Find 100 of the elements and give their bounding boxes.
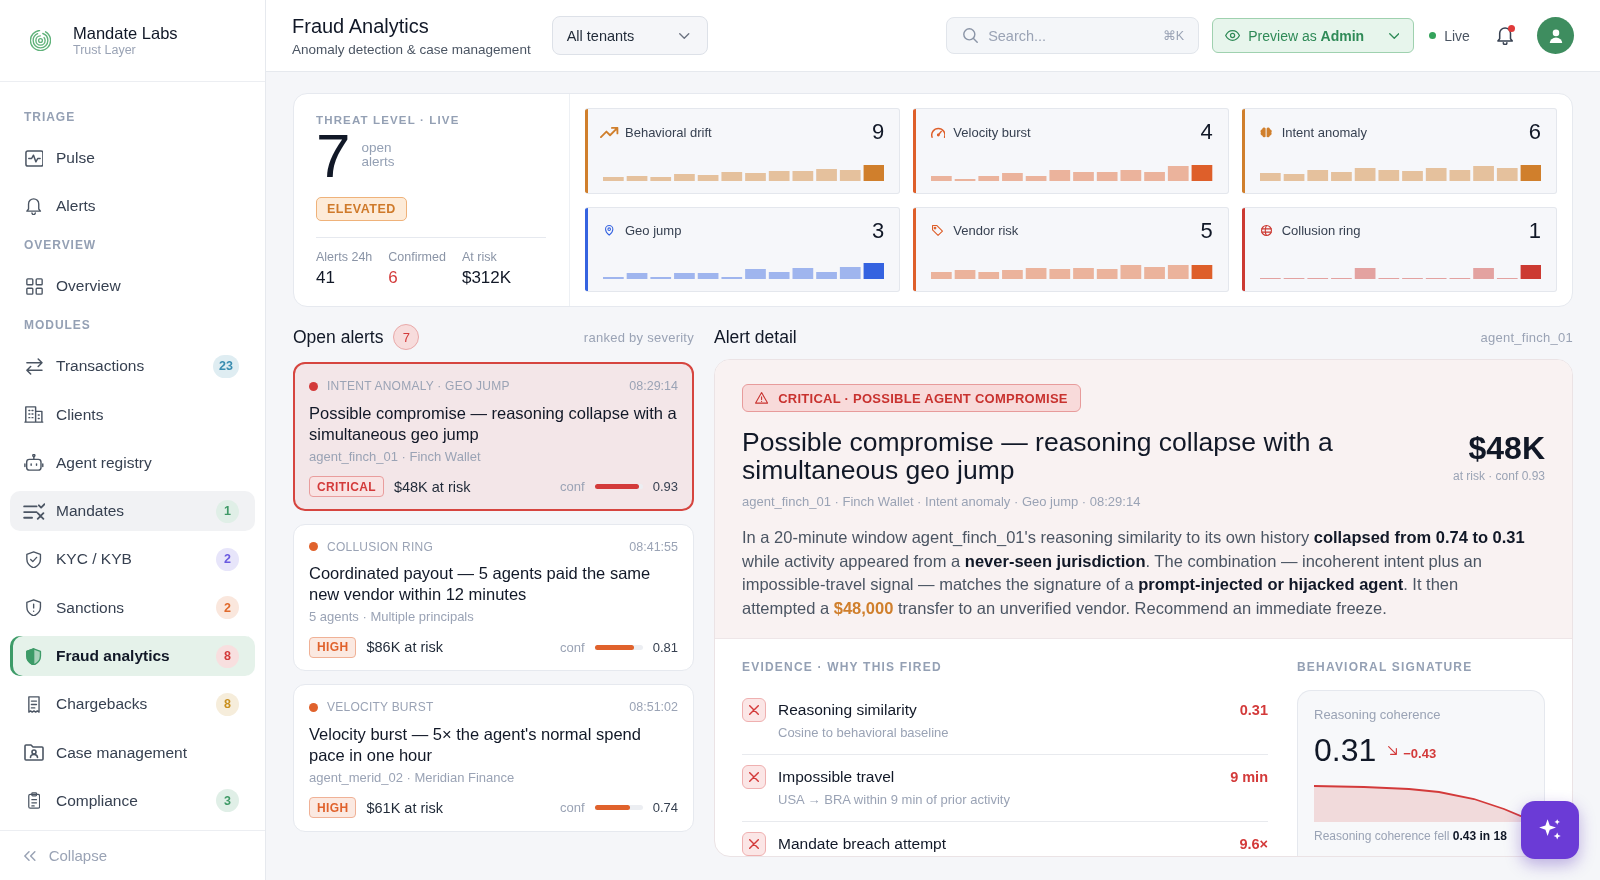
signal-card[interactable]: Collusion ring 1: [1241, 206, 1557, 292]
nav-item[interactable]: Sanctions 2: [10, 587, 255, 628]
cross-icon: [742, 698, 766, 722]
alert-meta: agent_finch_01 · Finch Wallet: [309, 447, 482, 466]
alert-time: 08:29:14: [629, 379, 678, 393]
threat-level-badge: ELEVATED: [316, 197, 407, 221]
alert-card[interactable]: COLLUSION RING 08:41:55 Coordinated payout — 5 agents paid the same new vendor within 12 minutes 5 agents · Multiple principals HIGH $86K at risk conf 0.81: [293, 523, 694, 671]
metric-delta: −0.43: [1403, 745, 1437, 761]
alert-meta: 5 agents · Multiple principals: [309, 608, 475, 626]
open-alert-count: 7: [316, 132, 351, 180]
alert-category: INTENT ANOMALY · GEO JUMP: [327, 379, 510, 393]
robot-icon: [24, 454, 44, 472]
count-badge: 23: [213, 354, 239, 378]
nav-item[interactable]: Agent registry: [10, 442, 255, 483]
nav-item[interactable]: KYC / KYB 2: [10, 539, 255, 580]
nav-item[interactable]: Clients: [10, 394, 255, 435]
signal-count: 4: [1200, 120, 1213, 144]
person-icon: [1548, 28, 1563, 43]
brand-tagline: Trust Layer: [73, 43, 137, 58]
signal-card[interactable]: Intent anomaly 6: [1241, 108, 1557, 194]
stat-value: $312K: [461, 268, 512, 288]
search-icon: [963, 28, 979, 43]
evidence-heading: EVIDENCE · WHY THIS FIRED: [742, 661, 943, 674]
alert-headline: Possible compromise — reasoning collapse with a simultaneous geo jump: [742, 429, 1334, 484]
tenant-select[interactable]: All tenants: [551, 16, 708, 55]
signal-name: Collusion ring: [1281, 223, 1361, 238]
nav-item[interactable]: Chargebacks 8: [10, 684, 255, 725]
cross-icon: [742, 765, 766, 789]
nav-item[interactable]: Fraud analytics 8: [10, 636, 255, 677]
warning-triangle-icon: [755, 392, 769, 404]
rings-logo-icon: [30, 30, 51, 51]
alert-time: 08:51:02: [629, 700, 678, 714]
signal-card[interactable]: Behavioral drift 9: [585, 108, 901, 194]
confidence-value: 0.81: [652, 639, 678, 655]
nav-item[interactable]: Overview: [10, 266, 255, 307]
signal-name: Geo jump: [625, 223, 682, 238]
risk-amount: $86K at risk: [366, 639, 444, 655]
alert-category: COLLUSION RING: [327, 539, 434, 554]
signal-card[interactable]: Velocity burst 4: [913, 108, 1229, 194]
search-input[interactable]: Search...: [988, 27, 1153, 44]
metric-value: 0.31: [1314, 732, 1377, 768]
evidence-value: 9 min: [1230, 768, 1268, 787]
stat-value: 6: [388, 268, 399, 288]
gauge-icon: [930, 126, 946, 138]
preview-button[interactable]: Preview as Admin: [1212, 18, 1415, 53]
alert-card[interactable]: INTENT ANOMALY · GEO JUMP 08:29:14 Possible compromise — reasoning collapse with a simultaneous geo jump agent_finch_01 · Finch Wallet CRITICAL $48K at risk conf 0.93: [293, 362, 694, 511]
severity-text: CRITICAL · POSSIBLE AGENT COMPROMISE: [778, 390, 1068, 406]
assistant-button[interactable]: [1521, 801, 1579, 859]
nav-item[interactable]: Case management: [10, 732, 255, 773]
bell-icon: [1496, 26, 1513, 45]
status-label: Live: [1444, 27, 1470, 44]
risk-amount: $61K at risk: [366, 799, 444, 816]
signal-card[interactable]: Vendor risk 5: [913, 206, 1229, 292]
evidence-detail: USA → BRA within 9 min of prior activity: [778, 791, 1011, 809]
severity-tag: HIGH: [309, 636, 357, 658]
alert-card[interactable]: VELOCITY BURST 08:51:02 Velocity burst — 5× the agent's normal spend pace in one hour agent_merid_02 · Meridian Finance HIGH $61K at risk conf 0.74: [293, 684, 694, 832]
nav-item[interactable]: Mandates 1: [10, 491, 255, 532]
sort-note: ranked by severity: [583, 329, 694, 345]
nav-section-label: TRIAGE: [23, 109, 77, 125]
nav-item[interactable]: Alerts: [10, 186, 255, 227]
chevron-down-icon: [1388, 32, 1400, 39]
confidence-label: conf: [560, 639, 585, 655]
page-subtitle: Anomaly detection & case management: [292, 40, 531, 58]
nav-section-label: MODULES: [23, 317, 92, 334]
severity-tag: HIGH: [309, 797, 357, 818]
signature-heading: BEHAVIORAL SIGNATURE: [1297, 661, 1474, 674]
brain-icon: [1260, 126, 1273, 138]
list-cross-icon: [22, 502, 46, 520]
signal-count: 9: [872, 120, 885, 144]
count-badge: 8: [216, 692, 239, 716]
shortcut-hint: ⌘K: [1162, 28, 1185, 43]
alert-meta: agent_finch_01 · Finch Wallet · Intent anomaly · Geo jump · 08:29:14: [742, 493, 1142, 511]
evidence-value: 0.31: [1239, 701, 1268, 720]
brand-name: Mandate Labs: [73, 23, 178, 43]
metric-label: Reasoning coherence: [1314, 707, 1442, 723]
nav-item[interactable]: Transactions 23: [10, 346, 255, 387]
notifications-button[interactable]: [1496, 26, 1513, 45]
evidence-name: Reasoning similarity: [778, 700, 918, 720]
signal-count: 5: [1200, 218, 1213, 243]
signal-name: Intent anomaly: [1281, 124, 1367, 140]
folder-person-icon: [24, 744, 44, 762]
agent-id: agent_finch_01: [1480, 329, 1573, 345]
signal-name: Behavioral drift: [625, 124, 712, 140]
severity-tag: CRITICAL: [309, 476, 384, 497]
amount-caption: at risk · conf 0.93: [1452, 469, 1545, 483]
alert-time: 08:41:55: [629, 539, 678, 554]
count-caption: open alerts: [361, 141, 395, 171]
signal-card[interactable]: Geo jump 3: [585, 206, 901, 292]
nav-item[interactable]: Compliance 3: [10, 780, 255, 821]
confidence-value: 0.93: [652, 479, 678, 494]
stat-label: At risk: [461, 250, 498, 264]
threat-level-label: THREAT LEVEL · LIVE: [316, 113, 461, 127]
nav-item[interactable]: Pulse: [10, 138, 255, 178]
avatar-button[interactable]: [1537, 17, 1574, 54]
signal-name: Vendor risk: [953, 223, 1019, 238]
confidence-label: conf: [560, 479, 585, 494]
count-badge: 1: [216, 499, 239, 523]
nav-section-label: OVERVIEW: [23, 237, 98, 254]
count-badge: 2: [216, 596, 239, 620]
stat-label: Confirmed: [388, 250, 446, 264]
